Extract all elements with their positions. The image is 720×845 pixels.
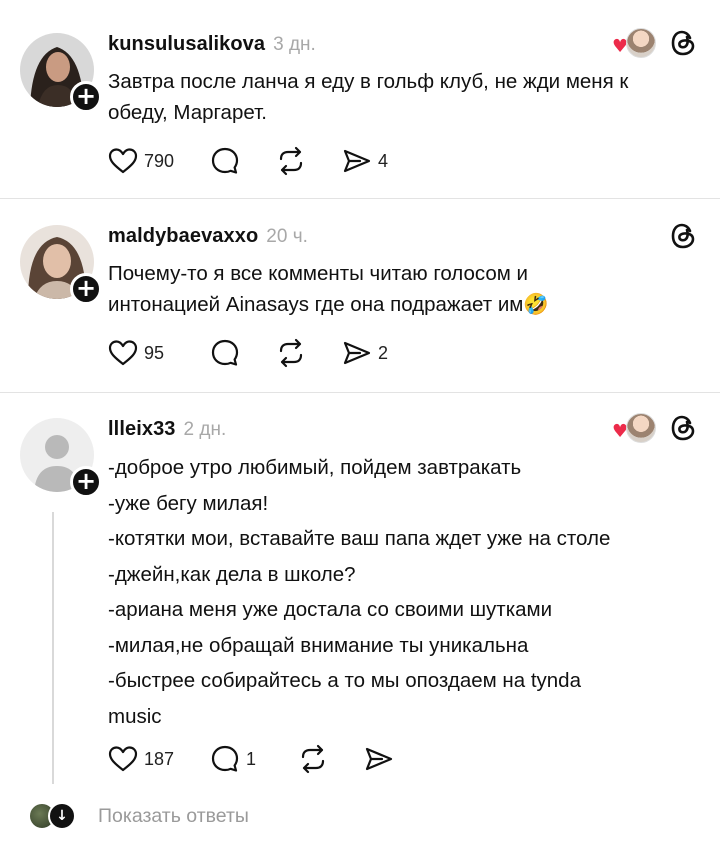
share-count: 4 — [378, 150, 389, 171]
like-count: 95 — [144, 342, 165, 363]
post-1-header: kunsulusalikova 3 дн. — [108, 33, 316, 57]
post-1-avatar[interactable]: + — [20, 33, 102, 113]
share-button[interactable]: 4 — [342, 147, 388, 175]
share-count: 2 — [378, 342, 389, 363]
post-text-line: -доброе утро любимый, пойдем завтракать — [108, 456, 522, 479]
repost-button[interactable] — [298, 744, 364, 774]
heart-outline-icon — [108, 340, 138, 366]
repost-button[interactable] — [276, 146, 342, 176]
share-button[interactable]: 2 — [342, 339, 388, 367]
post-text-line: -уже бегу милая! — [108, 491, 269, 515]
post-text-line: Завтра после ланча я еду в гольф клуб, н… — [108, 70, 629, 93]
post-divider — [0, 198, 720, 199]
heart-outline-icon — [108, 148, 138, 174]
author-liked-reaction-icon: ♥ — [612, 28, 656, 58]
post-3-avatar[interactable]: + — [20, 418, 102, 498]
reply-button[interactable] — [210, 146, 276, 176]
timestamp: 20 ч. — [266, 226, 308, 247]
username[interactable]: maldybaevaxxo — [108, 225, 258, 248]
post-2-body: Почему-то я все комменты читаю голосом и… — [108, 258, 698, 320]
post-text-line: Почему-то я все комменты читаю голосом и — [108, 262, 529, 285]
post-1-body: Завтра после ланча я еду в гольф клуб, н… — [108, 66, 698, 128]
post-2-top-icons — [670, 222, 696, 250]
like-count: 187 — [144, 748, 175, 769]
post-divider — [0, 392, 720, 393]
post-3-header: llleix33 2 дн. — [108, 418, 226, 442]
reply-avatars: ↓ — [28, 802, 80, 830]
like-button[interactable]: 187 — [108, 745, 210, 773]
share-button[interactable] — [364, 745, 394, 773]
comment-bubble-icon — [211, 147, 239, 174]
show-replies-label: Показать ответы — [98, 804, 249, 827]
post-text-line: -джейн,как дела в школе? — [108, 562, 356, 586]
follow-plus-icon[interactable]: + — [70, 273, 102, 305]
threads-logo-icon[interactable] — [670, 222, 696, 250]
repost-arrows-icon — [301, 744, 325, 774]
threads-logo-icon[interactable] — [670, 29, 696, 57]
username[interactable]: llleix33 — [108, 418, 176, 441]
follow-plus-icon[interactable]: + — [70, 466, 102, 498]
post-text-line: -быстрее собирайтесь а то мы опоздаем на… — [108, 669, 581, 692]
post-text-line: обеду, Маргарет. — [108, 101, 267, 124]
post-2-avatar[interactable]: + — [20, 225, 102, 305]
send-icon — [343, 341, 371, 365]
post-2-actions: 95 2 — [108, 336, 388, 370]
send-icon — [343, 149, 371, 173]
repost-button[interactable] — [276, 338, 342, 368]
author-liked-reaction-icon: ♥ — [612, 413, 656, 443]
reply-count: 1 — [246, 748, 257, 769]
post-text-line: -ариана меня уже достала со своими шутка… — [108, 598, 553, 621]
show-replies-button[interactable]: ↓ Показать ответы — [28, 802, 249, 830]
chevron-down-icon: ↓ — [48, 802, 76, 830]
heart-outline-icon — [108, 746, 138, 772]
username[interactable]: kunsulusalikova — [108, 33, 265, 56]
timestamp: 2 дн. — [183, 419, 227, 440]
like-button[interactable]: 790 — [108, 147, 210, 175]
post-text-line: music — [108, 704, 162, 728]
reply-button[interactable]: 1 — [210, 744, 298, 774]
post-3-top-icons: ♥ — [612, 413, 696, 443]
repost-arrows-icon — [279, 146, 303, 176]
thread-line — [52, 512, 54, 784]
post-1-actions: 790 4 — [108, 144, 388, 178]
post-3-actions: 187 1 — [108, 742, 394, 776]
send-icon — [365, 747, 393, 771]
post-3-body: -доброе утро любимый, пойдем завтракать … — [108, 450, 698, 734]
post-text-line: интонацией Ainasays где она подражает им… — [108, 293, 549, 316]
like-button[interactable]: 95 — [108, 339, 210, 367]
follow-plus-icon[interactable]: + — [70, 81, 102, 113]
post-1-top-icons: ♥ — [612, 28, 696, 58]
comment-bubble-icon — [211, 339, 239, 366]
reply-button[interactable] — [210, 338, 276, 368]
post-2-header: maldybaevaxxo 20 ч. — [108, 225, 308, 249]
post-text-line: -котятки мои, вставайте ваш папа ждет уж… — [108, 527, 611, 550]
threads-logo-icon[interactable] — [670, 414, 696, 442]
comment-bubble-icon — [211, 745, 239, 772]
like-count: 790 — [144, 150, 175, 171]
repost-arrows-icon — [279, 338, 303, 368]
timestamp: 3 дн. — [273, 34, 316, 55]
post-text-line: -милая,не обращай внимание ты уникальна — [108, 633, 529, 657]
